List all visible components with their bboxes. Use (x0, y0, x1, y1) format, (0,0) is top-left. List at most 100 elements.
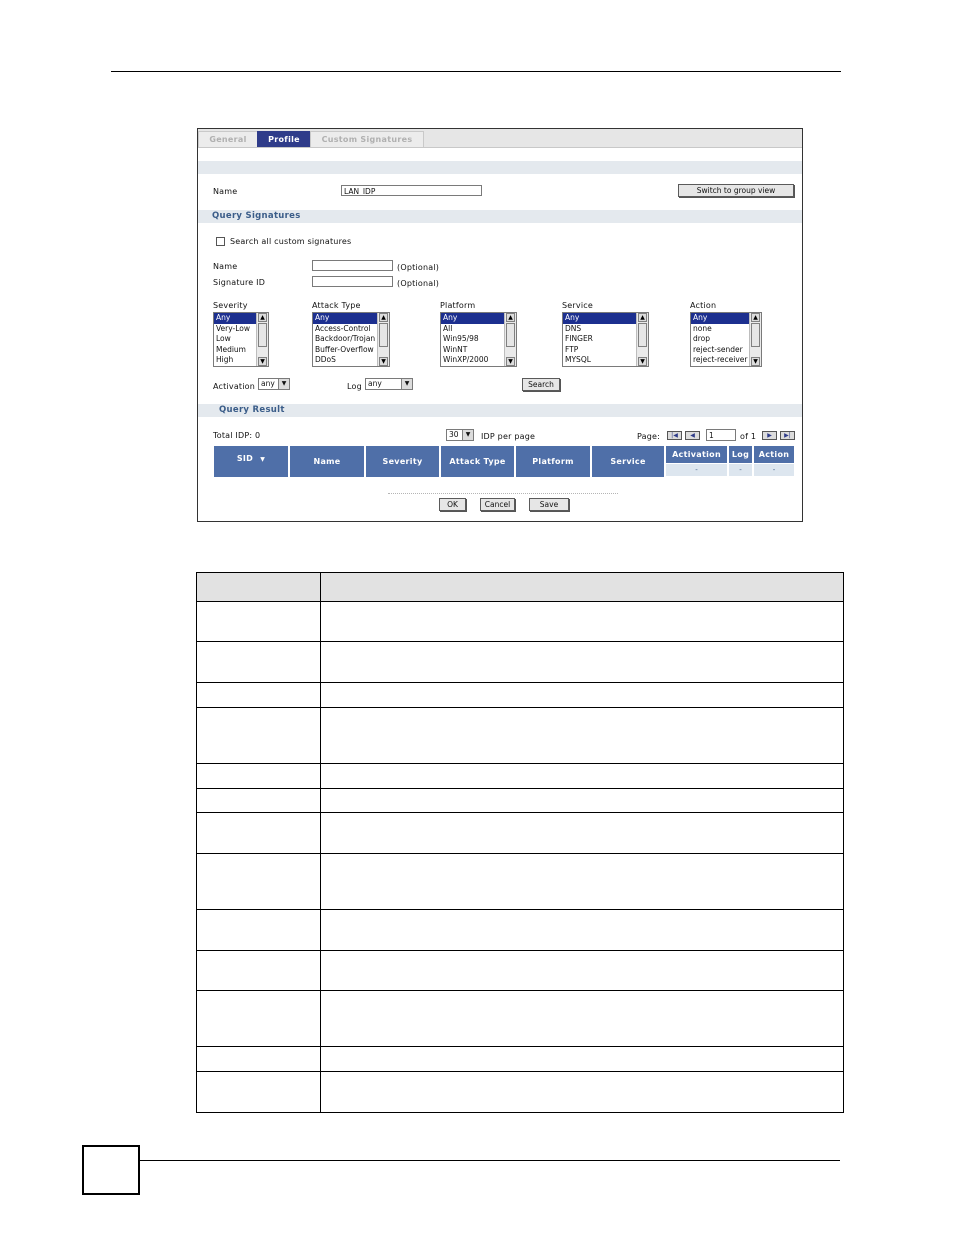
scrollbar[interactable]: ▲ ▼ (377, 313, 389, 366)
header-rule (111, 71, 841, 72)
search-all-label: Search all custom signatures (230, 237, 352, 246)
scroll-down-icon[interactable]: ▼ (379, 357, 388, 366)
next-page-icon[interactable]: ▶ (762, 431, 777, 440)
signature-id-hint: (Optional) (397, 279, 440, 288)
column-header-label: SID (236, 454, 254, 463)
column-header-severity[interactable]: Severity (366, 446, 439, 477)
chevron-down-icon[interactable]: ▼ (278, 379, 289, 389)
column-header-name[interactable]: Name (290, 446, 364, 477)
action-listbox[interactable]: Any none drop reject-sender reject-recei… (690, 312, 762, 367)
blank-band (198, 161, 802, 174)
scroll-down-icon[interactable]: ▼ (638, 357, 647, 366)
scroll-up-icon[interactable]: ▲ (638, 313, 647, 322)
scroll-thumb[interactable] (506, 323, 515, 347)
table-row (197, 990, 843, 991)
scrollbar[interactable]: ▲ ▼ (636, 313, 648, 366)
scrollbar[interactable]: ▲ ▼ (256, 313, 268, 366)
profile-name-label: Name (213, 187, 238, 196)
platform-label: Platform (440, 301, 476, 310)
table-row (197, 707, 843, 708)
footer-rule (140, 1160, 840, 1161)
last-page-icon[interactable]: ▶| (780, 431, 795, 440)
query-signatures-title: Query Signatures (212, 211, 301, 221)
ok-button[interactable]: OK (439, 498, 466, 511)
signature-id-label: Signature ID (213, 278, 266, 287)
query-name-label: Name (213, 262, 238, 271)
table-row (197, 682, 843, 683)
cancel-button[interactable]: Cancel (480, 498, 515, 511)
log-subcell: - (729, 464, 752, 476)
tab-profile[interactable]: Profile (257, 131, 311, 147)
query-result-title: Query Result (219, 405, 285, 415)
scroll-thumb[interactable] (751, 323, 760, 347)
table-row (197, 1071, 843, 1072)
profile-name-input[interactable]: LAN_IDP (341, 185, 482, 196)
column-header-activation[interactable]: Activation (666, 446, 727, 463)
table-row (197, 909, 843, 910)
search-button[interactable]: Search (522, 378, 560, 391)
attack-type-label: Attack Type (312, 301, 361, 310)
scroll-thumb[interactable] (638, 323, 647, 347)
page-of: of 1 (740, 432, 757, 441)
column-header-action[interactable]: Action (754, 446, 794, 463)
description-table (196, 572, 844, 1113)
scrollbar[interactable]: ▲ ▼ (504, 313, 516, 366)
signature-id-input[interactable] (312, 276, 393, 287)
column-divider (320, 573, 321, 1112)
activation-label: Activation (213, 382, 256, 391)
service-listbox[interactable]: Any DNS FINGER FTP MYSQL ▲ ▼ (562, 312, 649, 367)
per-page-label: IDP per page (481, 432, 536, 441)
table-row (197, 641, 843, 642)
per-page-value: 30 (449, 430, 459, 439)
severity-listbox[interactable]: Any Very-Low Low Medium High ▲ ▼ (213, 312, 269, 367)
log-select[interactable]: any ▼ (365, 378, 413, 390)
query-name-hint: (Optional) (397, 263, 440, 272)
column-header-platform[interactable]: Platform (516, 446, 590, 477)
scroll-thumb[interactable] (258, 323, 267, 347)
scroll-up-icon[interactable]: ▲ (506, 313, 515, 322)
table-row (197, 763, 843, 764)
column-header-sid[interactable]: SID ▼ (214, 446, 288, 477)
scroll-up-icon[interactable]: ▲ (379, 313, 388, 322)
scroll-up-icon[interactable]: ▲ (751, 313, 760, 322)
scroll-thumb[interactable] (379, 323, 388, 347)
column-header-service[interactable]: Service (592, 446, 664, 477)
scroll-down-icon[interactable]: ▼ (506, 357, 515, 366)
action-subcell: - (754, 464, 794, 476)
save-button[interactable]: Save (529, 498, 569, 511)
log-value: any (368, 379, 382, 388)
table-row (197, 1046, 843, 1047)
column-header-attack-type[interactable]: Attack Type (441, 446, 514, 477)
page-label: Page: (637, 432, 661, 441)
table-row (197, 950, 843, 951)
query-name-input[interactable] (312, 260, 393, 271)
tab-general[interactable]: General (198, 131, 258, 147)
column-header-log[interactable]: Log (729, 446, 752, 463)
query-signatures-band: Query Signatures (198, 210, 802, 223)
previous-page-icon[interactable]: ◀ (685, 431, 700, 440)
chevron-down-icon[interactable]: ▼ (401, 379, 412, 389)
sort-down-icon[interactable]: ▼ (260, 456, 265, 463)
attack-type-listbox[interactable]: Any Access-Control Backdoor/Trojan Buffe… (312, 312, 390, 367)
activation-subcell: - (666, 464, 727, 476)
per-page-select[interactable]: 30 ▼ (446, 429, 474, 441)
scrollbar[interactable]: ▲ ▼ (749, 313, 761, 366)
first-page-icon[interactable]: |◀ (667, 431, 682, 440)
idp-profile-screenshot: General Profile Custom Signatures Name L… (197, 128, 803, 522)
scroll-down-icon[interactable]: ▼ (258, 357, 267, 366)
table-row (197, 601, 843, 602)
scroll-down-icon[interactable]: ▼ (751, 357, 760, 366)
page-number-input[interactable]: 1 (706, 429, 736, 441)
chevron-down-icon[interactable]: ▼ (462, 430, 473, 440)
tab-bar: General Profile Custom Signatures (198, 129, 802, 148)
table-header (197, 573, 843, 601)
activation-select[interactable]: any ▼ (258, 378, 290, 390)
table-row (197, 853, 843, 854)
search-all-checkbox[interactable] (216, 237, 225, 246)
switch-to-group-view-button[interactable]: Switch to group view (678, 184, 794, 197)
log-label: Log (347, 382, 362, 391)
platform-listbox[interactable]: Any All Win95/98 WinNT WinXP/2000 ▲ ▼ (440, 312, 517, 367)
scroll-up-icon[interactable]: ▲ (258, 313, 267, 322)
tab-custom-signatures[interactable]: Custom Signatures (310, 131, 424, 147)
query-result-band: Query Result (198, 404, 802, 417)
